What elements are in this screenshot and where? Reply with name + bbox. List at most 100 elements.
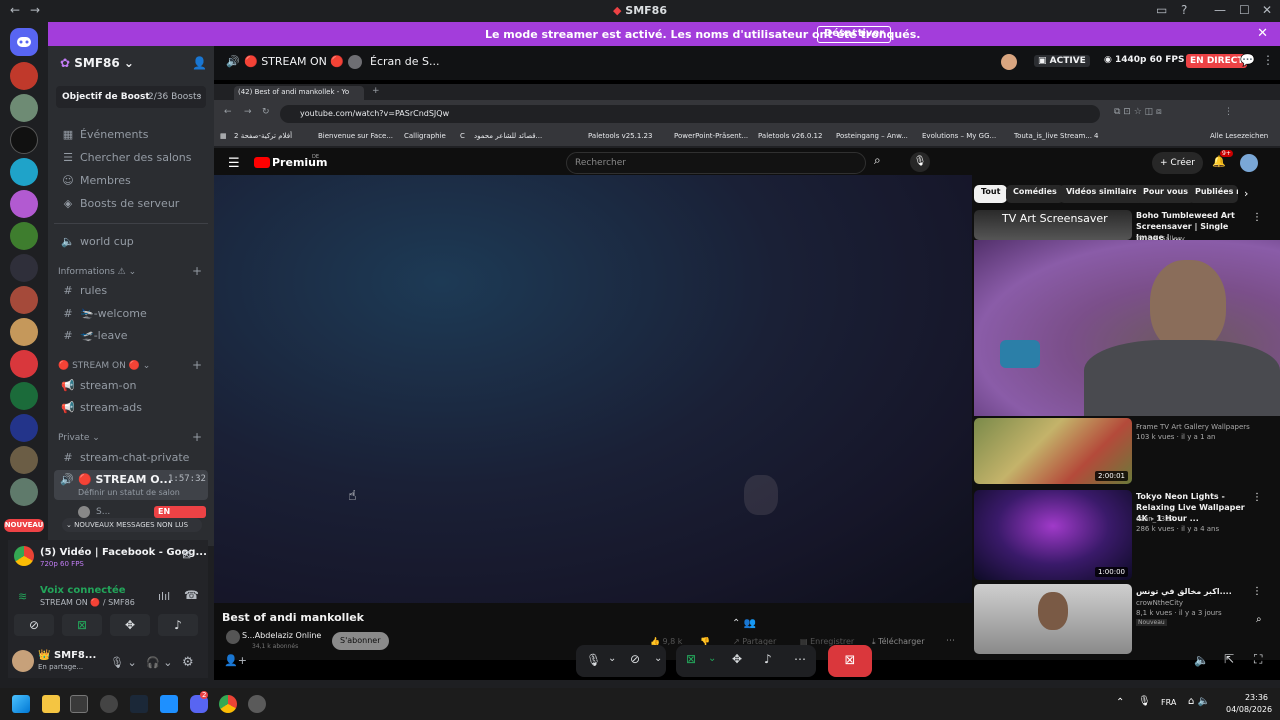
app-icon[interactable]: [160, 695, 178, 713]
noise-suppression-icon[interactable]: ılıl: [158, 590, 170, 603]
active-voice-channel[interactable]: 🔊 🔴 STREAM O... 1:57:32 Définir un statu…: [54, 470, 208, 500]
invite-icon[interactable]: 👤: [192, 56, 207, 70]
channel-avatar[interactable]: [226, 630, 240, 644]
channel-stream-on[interactable]: 📢 stream-on: [60, 379, 136, 399]
bookmark-item[interactable]: Posteingang – Anw...: [836, 132, 908, 140]
camera-off-button[interactable]: ⊘: [14, 614, 54, 636]
more-options-icon[interactable]: ⋮: [1252, 492, 1262, 503]
chevron-down-icon[interactable]: ⌄: [708, 653, 716, 664]
stop-stream-icon[interactable]: ⊠: [182, 548, 191, 561]
screen-share-icon[interactable]: ⊠: [686, 652, 696, 666]
settings-icon[interactable]: [248, 695, 266, 713]
clock-date[interactable]: 04/08/2026: [1226, 705, 1272, 714]
steam-icon[interactable]: [130, 695, 148, 713]
add-channel-icon[interactable]: +: [192, 358, 202, 372]
rec-thumbnail[interactable]: 2:00:01: [974, 418, 1132, 484]
bookmark-item[interactable]: Paletools v26.0.12: [758, 132, 822, 140]
category-private[interactable]: Private ⌄: [58, 433, 100, 443]
menu-browse-channels[interactable]: ☰ Chercher des salons: [60, 151, 191, 171]
server-icon[interactable]: [10, 62, 38, 90]
disable-streamer-button[interactable]: Désactiver: [817, 26, 892, 43]
apps-icon[interactable]: ▦: [220, 132, 227, 140]
more-options-icon[interactable]: ⋮: [1252, 212, 1262, 223]
chip-for-you[interactable]: Pour vous: [1136, 185, 1195, 203]
soundboard-icon[interactable]: ♪: [764, 652, 772, 666]
zoom-icon[interactable]: ⌕: [1256, 614, 1262, 625]
soundboard-button[interactable]: ♪: [158, 614, 198, 636]
bookmark-item[interactable]: Paletools v25.1.23: [588, 132, 652, 140]
activities-button[interactable]: ✥: [110, 614, 150, 636]
channel-leave[interactable]: # 🛫-leave: [60, 329, 127, 349]
menu-members[interactable]: ☺ Membres: [60, 174, 130, 194]
more-icon[interactable]: ⋯: [794, 652, 806, 666]
channel-name[interactable]: S...Abdelaziz Online: [242, 631, 321, 640]
new-messages-pill[interactable]: ⌄ NOUVEAUX MESSAGES NON LUS: [62, 518, 202, 532]
app-icon[interactable]: [100, 695, 118, 713]
expand-participants-icon[interactable]: ⌃ 👥: [732, 618, 756, 629]
server-icon[interactable]: [10, 254, 38, 282]
fullscreen-icon[interactable]: ⛶: [1254, 652, 1262, 667]
server-icon[interactable]: [10, 478, 38, 506]
server-icon[interactable]: [10, 190, 38, 218]
clock-time[interactable]: 23:36: [1226, 693, 1268, 702]
video-player[interactable]: ☝: [214, 175, 972, 603]
chrome-icon[interactable]: [219, 695, 237, 713]
user-name[interactable]: 👑 SMF8...: [38, 650, 96, 661]
menu-server-boosts[interactable]: ◈ Boosts de serveur: [60, 197, 180, 217]
server-icon[interactable]: [10, 414, 38, 442]
network-volume-icons[interactable]: ⌂ 🔈: [1188, 696, 1210, 707]
server-icon[interactable]: [10, 222, 38, 250]
server-icon[interactable]: [10, 318, 38, 346]
address-bar[interactable]: youtube.com/watch?v=PASrCndSJQw: [280, 105, 1100, 123]
store-icon[interactable]: [70, 695, 88, 713]
rec-thumbnail[interactable]: TV Art Screensaver: [974, 210, 1132, 240]
close-banner-icon[interactable]: ✕: [1257, 26, 1268, 41]
channel-stream-ads[interactable]: 📢 stream-ads: [60, 401, 142, 421]
add-channel-icon[interactable]: +: [192, 430, 202, 444]
viewer-avatar[interactable]: [1001, 54, 1017, 70]
rec-thumbnail[interactable]: [974, 584, 1132, 654]
nav-back-icon[interactable]: ←: [224, 107, 232, 117]
chevron-up-icon[interactable]: ⌃: [1116, 697, 1124, 708]
browser-tab[interactable]: (42) Best of andi mankollek - Yo: [234, 86, 364, 100]
category-informations[interactable]: Informations ⚠ ⌄: [58, 267, 136, 277]
new-tab-icon[interactable]: +: [372, 86, 380, 96]
channel-welcome[interactable]: # 🛬-welcome: [60, 307, 146, 327]
microphone-icon[interactable]: 🎙: [1138, 696, 1151, 707]
headphones-icon[interactable]: 🎧 ⌄: [146, 656, 172, 669]
chevron-right-icon[interactable]: ›: [1244, 187, 1248, 200]
reload-icon[interactable]: ↻: [262, 107, 270, 117]
nav-forward-icon[interactable]: →: [244, 107, 252, 117]
close-window-button[interactable]: ✕: [1262, 3, 1272, 17]
bookmark-item[interactable]: PowerPoint-Präsent...: [674, 132, 748, 140]
category-stream-on[interactable]: 🔴 STREAM ON 🔴 ⌄: [58, 361, 150, 371]
leave-call-button[interactable]: ⊠: [828, 645, 872, 677]
language-indicator[interactable]: FRA: [1161, 698, 1176, 707]
more-icon[interactable]: ⋮: [1262, 53, 1274, 67]
rec-channel[interactable]: ozan_1327: [1136, 514, 1174, 524]
bookmark-item[interactable]: أفلام تركية-صفحة 2: [234, 132, 292, 140]
discord-home-icon[interactable]: [10, 28, 38, 56]
bookmark-item[interactable]: Bienvenue sur Face...: [318, 132, 393, 140]
disconnect-icon[interactable]: ☎: [184, 588, 199, 602]
bookmark-item[interactable]: C: [460, 132, 465, 140]
download-button[interactable]: ⤓ Télécharger: [872, 637, 925, 647]
microphone-icon[interactable]: 🎙: [910, 152, 930, 172]
user-avatar[interactable]: [12, 650, 34, 672]
chat-icon[interactable]: 💬: [1240, 53, 1255, 67]
server-icon[interactable]: [10, 350, 38, 378]
menu-events[interactable]: ▦ Événements: [60, 128, 149, 148]
server-icon[interactable]: [10, 158, 38, 186]
add-channel-icon[interactable]: +: [192, 264, 202, 278]
header-channel[interactable]: 🔴 STREAM ON 🔴: [244, 55, 344, 68]
chip-comedies[interactable]: Comédies: [1006, 185, 1064, 203]
more-actions-icon[interactable]: ⋯: [946, 636, 955, 646]
microphone-icon[interactable]: 🎙: [586, 653, 601, 667]
menu-icon[interactable]: ⋮: [1224, 107, 1233, 117]
chevron-down-icon[interactable]: ⌄: [654, 653, 662, 664]
channel-stream-chat-private[interactable]: # stream-chat-private: [60, 451, 189, 471]
chip-all[interactable]: Tout: [974, 185, 1008, 203]
screen-share-button[interactable]: ⊠: [62, 614, 102, 636]
volume-icon[interactable]: 🔈: [1194, 653, 1209, 667]
bookmark-item[interactable]: 4: [1094, 132, 1098, 140]
